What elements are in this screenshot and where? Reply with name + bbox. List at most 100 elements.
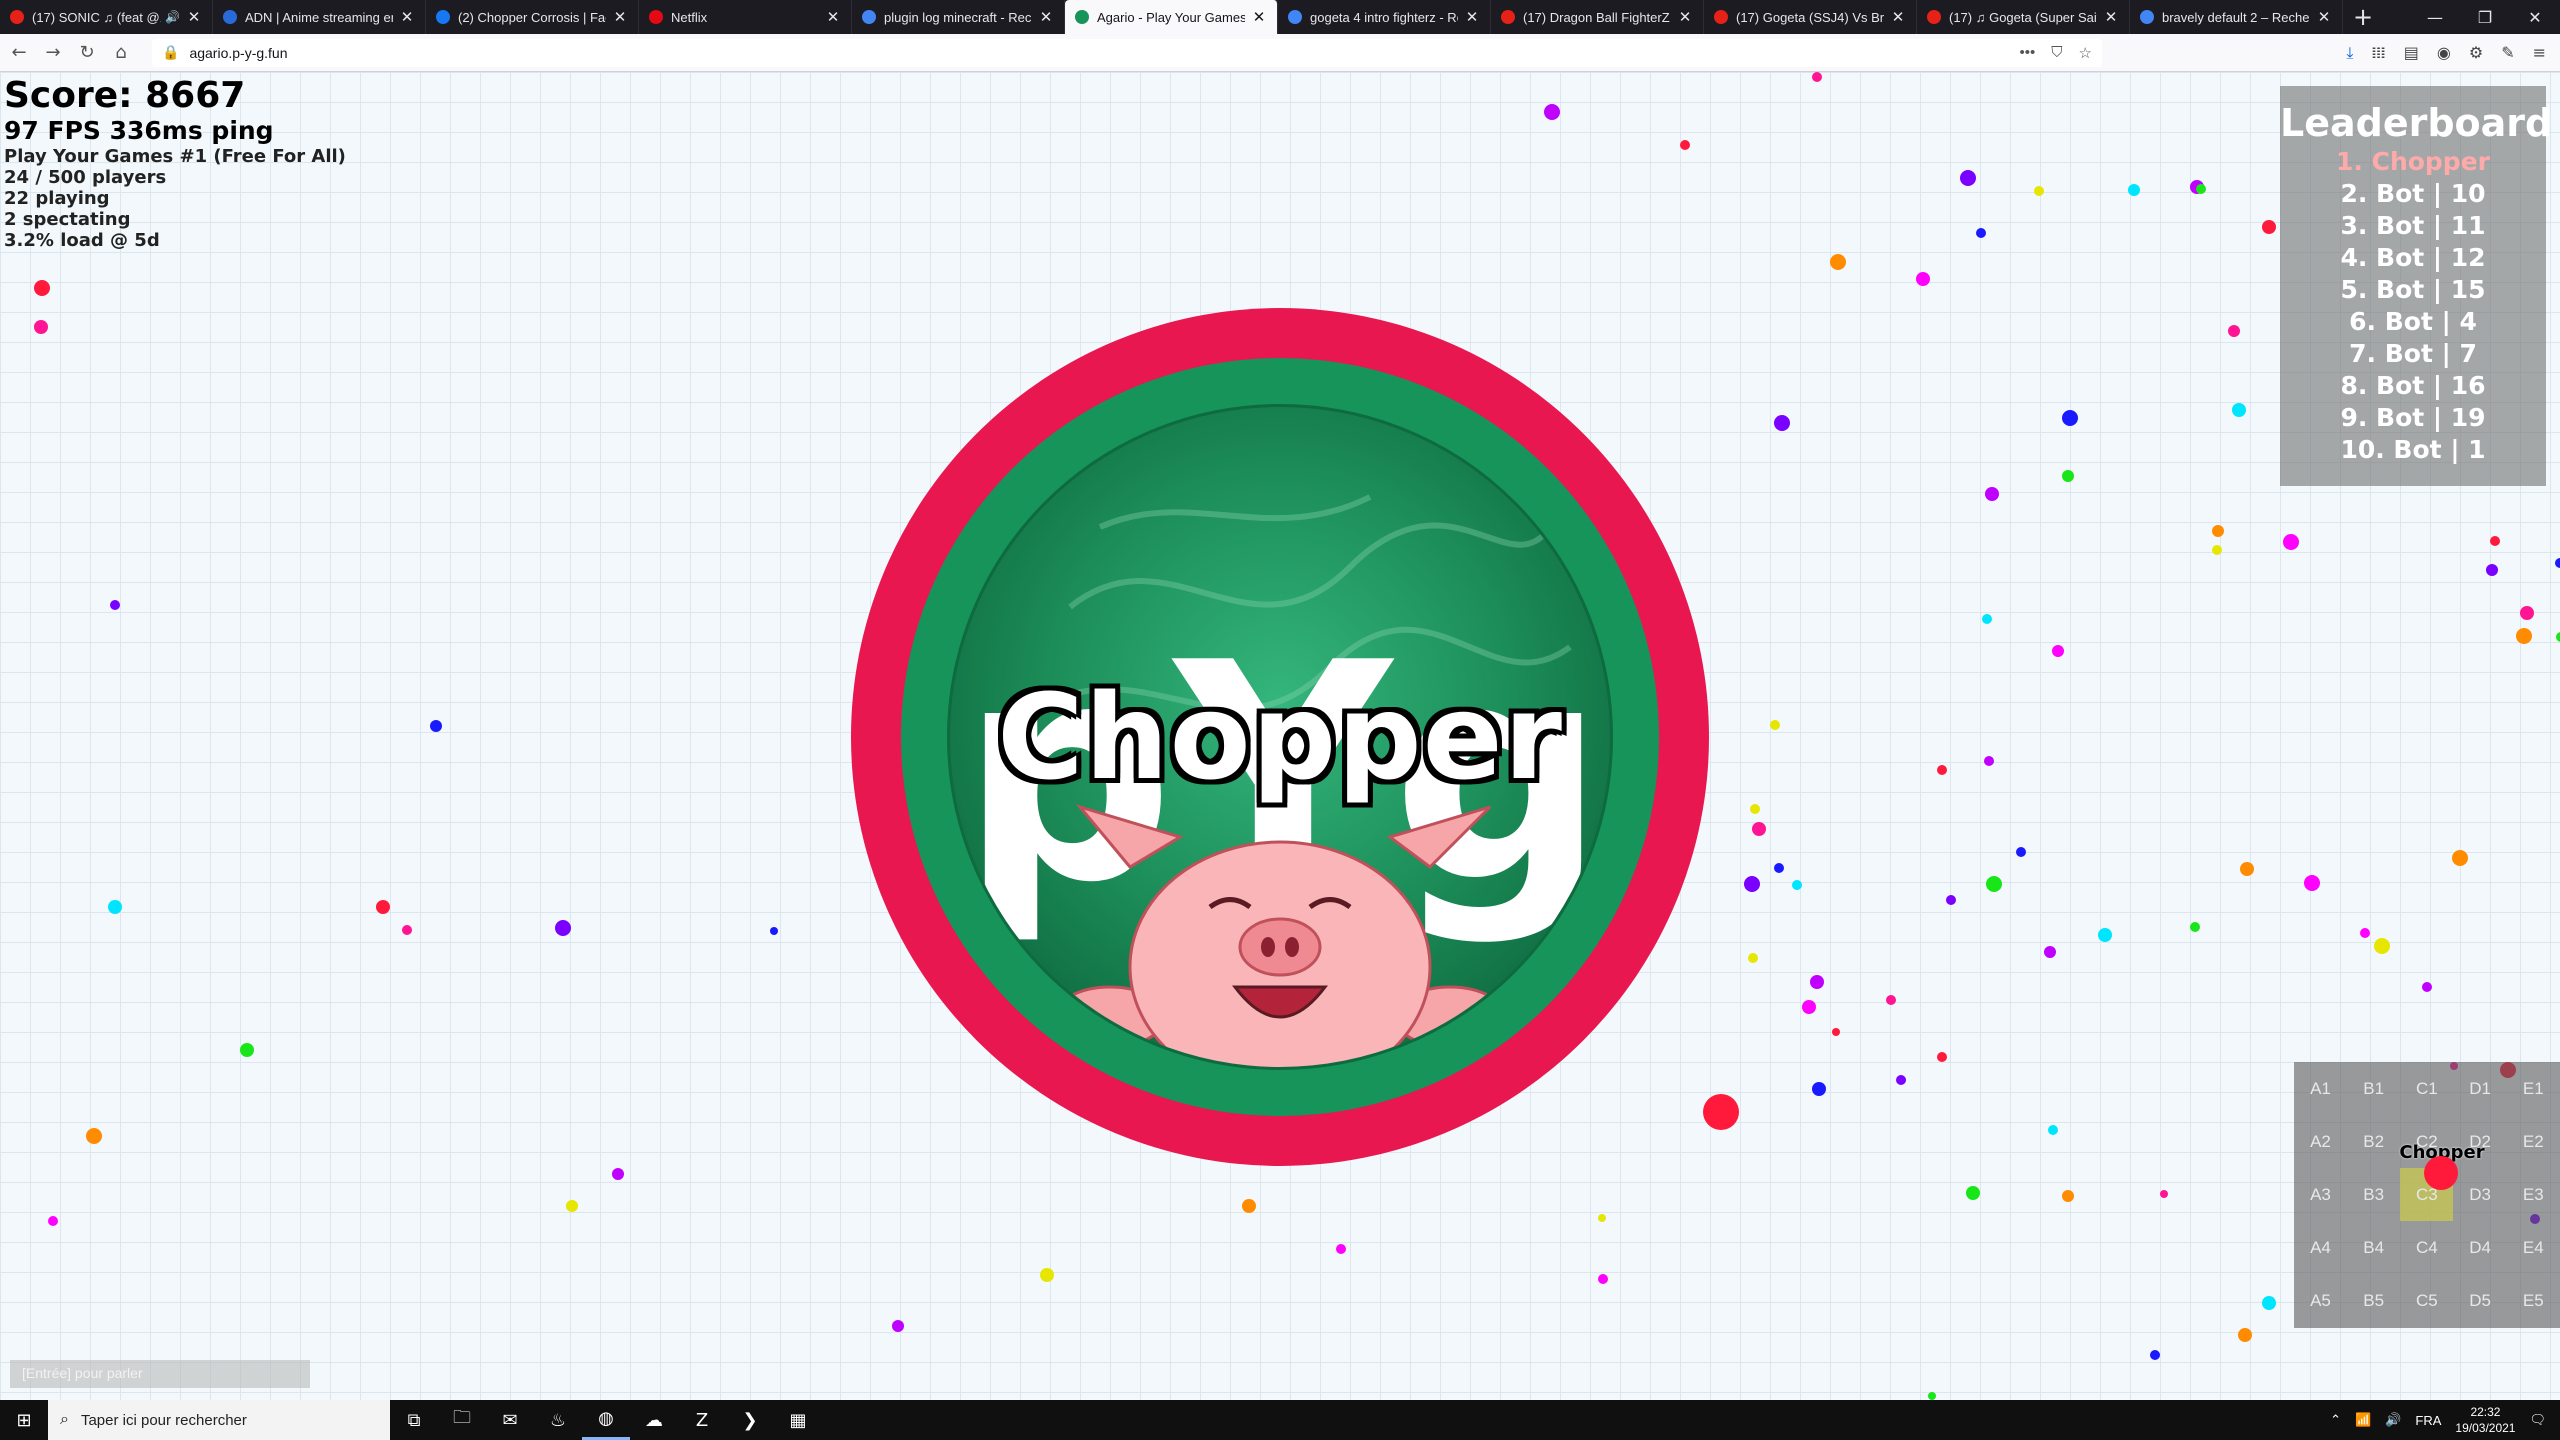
home-button[interactable]: ⌂ xyxy=(106,38,136,68)
food-pellet xyxy=(2062,470,2074,482)
tab-close-icon[interactable]: ✕ xyxy=(612,8,628,26)
food-pellet xyxy=(1770,720,1780,730)
archive-app-icon[interactable]: ▦ xyxy=(774,1400,822,1440)
bookmark-star-icon[interactable]: ☆ xyxy=(2079,44,2092,62)
account-icon[interactable]: ◉ xyxy=(2437,43,2451,63)
minimap-cell: C4 xyxy=(2416,1238,2438,1258)
menu-icon[interactable]: ≡ xyxy=(2533,43,2546,63)
tab-close-icon[interactable]: ✕ xyxy=(1251,8,1267,26)
tab-close-icon[interactable]: ✕ xyxy=(1890,8,1906,26)
browser-tab[interactable]: Netflix ✕ xyxy=(639,0,852,34)
sidebar-icon[interactable]: ▤ xyxy=(2404,43,2419,63)
food-pellet xyxy=(1752,822,1766,836)
browser-tab[interactable]: gogeta 4 intro fighterz - Rec ✕ xyxy=(1278,0,1491,34)
food-pellet xyxy=(108,900,122,914)
tab-close-icon[interactable]: ✕ xyxy=(1677,8,1693,26)
start-button[interactable]: ⊞ xyxy=(0,1400,48,1440)
food-pellet xyxy=(2212,545,2222,555)
browser-tab[interactable]: bravely default 2 – Recherch ✕ xyxy=(2130,0,2343,34)
steam-icon[interactable]: ♨ xyxy=(534,1400,582,1440)
food-pellet xyxy=(2262,1296,2276,1310)
volume-icon[interactable]: 🔊 xyxy=(2385,1412,2401,1428)
tab-label: gogeta 4 intro fighterz - Rec xyxy=(1310,9,1458,25)
leaderboard: Leaderboard 1. Chopper 2. Bot | 10 3. Bot … xyxy=(2280,86,2552,486)
minimize-button[interactable]: — xyxy=(2410,8,2460,27)
firefox-icon[interactable]: ◍ xyxy=(582,1400,630,1440)
browser-tab[interactable]: plugin log minecraft - Reche ✕ xyxy=(852,0,1065,34)
browser-tab[interactable]: Agario - Play Your Games ✕ xyxy=(1065,0,1278,34)
tab-close-icon[interactable]: ✕ xyxy=(1464,8,1480,26)
filezilla-icon[interactable]: Z xyxy=(678,1400,726,1440)
mail-icon[interactable]: ✉ xyxy=(486,1400,534,1440)
tab-close-icon[interactable]: ✕ xyxy=(1038,8,1054,26)
task-view-icon[interactable]: ⧉ xyxy=(390,1400,438,1440)
page-actions-icon[interactable]: ••• xyxy=(2020,44,2036,62)
tab-label: (17) SONIC ♫ (feat @123 xyxy=(32,9,161,25)
taskbar-search-placeholder: Taper ici pour rechercher xyxy=(80,1411,247,1429)
tab-label: (2) Chopper Corrosis | Faceb xyxy=(458,9,606,25)
food-pellet xyxy=(2520,606,2534,620)
food-pellet xyxy=(1774,863,1784,873)
food-pellet xyxy=(1802,1000,1816,1014)
food-pellet xyxy=(240,1043,254,1057)
food-pellet xyxy=(2238,1328,2252,1342)
player-cell: pYg Chopper xyxy=(851,308,1709,1166)
browser-tab[interactable]: (17) SONIC ♫ (feat @123 🔊 ✕ xyxy=(0,0,213,34)
cloud-app-icon[interactable]: ☁ xyxy=(630,1400,678,1440)
tab-favicon-icon xyxy=(436,10,450,24)
taskbar-search[interactable]: ⌕ Taper ici pour rechercher xyxy=(48,1400,390,1440)
food-pellet xyxy=(2160,1190,2168,1198)
restore-button[interactable]: ❐ xyxy=(2460,8,2510,27)
tab-label: (17) ♫ Gogeta (Super Saiyan xyxy=(1949,9,2097,25)
downloads-icon[interactable]: ⤓ xyxy=(2346,43,2353,63)
minimap-cell: A3 xyxy=(2310,1184,2331,1204)
game-canvas[interactable]: Score: 8667 97 FPS 336ms ping Play Your … xyxy=(0,72,2560,1400)
browser-tab[interactable]: (17) Gogeta (SSJ4) Vs Broly (✕ xyxy=(1704,0,1917,34)
tab-favicon-icon xyxy=(1288,10,1302,24)
extension-2-icon[interactable]: ✎ xyxy=(2501,43,2514,63)
url-text[interactable]: agario.p-y-g.fun xyxy=(189,45,2019,61)
food-pellet xyxy=(1937,765,1947,775)
minimap-cell: D4 xyxy=(2469,1238,2491,1258)
browser-tab[interactable]: (2) Chopper Corrosis | Faceb ✕ xyxy=(426,0,639,34)
food-pellet xyxy=(2283,534,2299,550)
reload-button[interactable]: ↻ xyxy=(72,38,102,68)
browser-tab[interactable]: (17) ♫ Gogeta (Super Saiyan ✕ xyxy=(1917,0,2130,34)
forward-button[interactable]: → xyxy=(38,38,68,68)
library-icon[interactable]: 𝍖 xyxy=(2371,43,2385,63)
server-load: 3.2% load @ 5d xyxy=(4,230,160,251)
extension-icon[interactable]: ⚙ xyxy=(2469,43,2483,63)
file-explorer-icon[interactable]: 🗀 xyxy=(438,1400,486,1440)
tray-expand-icon[interactable]: ⌃ xyxy=(2330,1412,2341,1428)
player-name-label: Chopper xyxy=(997,668,1563,806)
minimap-cell: B4 xyxy=(2363,1238,2385,1258)
back-button[interactable]: ← xyxy=(4,38,34,68)
food-pellet xyxy=(2555,558,2560,568)
tab-close-icon[interactable]: ✕ xyxy=(2103,8,2119,26)
input-language[interactable]: FRA xyxy=(2415,1413,2441,1428)
tab-close-icon[interactable]: ✕ xyxy=(825,8,841,26)
food-pellet xyxy=(1832,1028,1840,1036)
browser-tab[interactable]: (17) Dragon Ball FighterZ - G ✕ xyxy=(1491,0,1704,34)
close-window-button[interactable]: ✕ xyxy=(2510,8,2560,27)
server-name: Play Your Games #1 (Free For All) xyxy=(4,146,346,167)
chat-input[interactable]: [Entrée] pour parler xyxy=(10,1360,310,1388)
tab-close-icon[interactable]: ✕ xyxy=(399,8,415,26)
food-pellet xyxy=(1976,228,1986,238)
tab-close-icon[interactable]: ✕ xyxy=(186,8,202,26)
site-info-icon[interactable]: 🔒 xyxy=(162,44,179,61)
pocket-icon[interactable]: ⛉ xyxy=(2051,44,2062,62)
notifications-icon[interactable]: 🗨 xyxy=(2529,1412,2546,1428)
clock[interactable]: 22:32 19/03/2021 xyxy=(2455,1404,2515,1436)
food-pellet xyxy=(2212,525,2224,537)
food-pellet xyxy=(892,1320,904,1332)
tab-audio-icon[interactable]: 🔊 xyxy=(165,10,180,24)
address-bar[interactable]: 🔒 agario.p-y-g.fun ••• ⛉ ☆ xyxy=(152,38,2102,67)
network-icon[interactable]: 📶 xyxy=(2355,1412,2371,1428)
powershell-icon[interactable]: ❯ xyxy=(726,1400,774,1440)
food-pellet xyxy=(1336,1244,1346,1254)
tab-close-icon[interactable]: ✕ xyxy=(2316,8,2332,26)
browser-tab[interactable]: ADN | Anime streaming en V ✕ xyxy=(213,0,426,34)
new-tab-button[interactable]: + xyxy=(2343,0,2383,34)
search-icon: ⌕ xyxy=(60,1411,69,1428)
